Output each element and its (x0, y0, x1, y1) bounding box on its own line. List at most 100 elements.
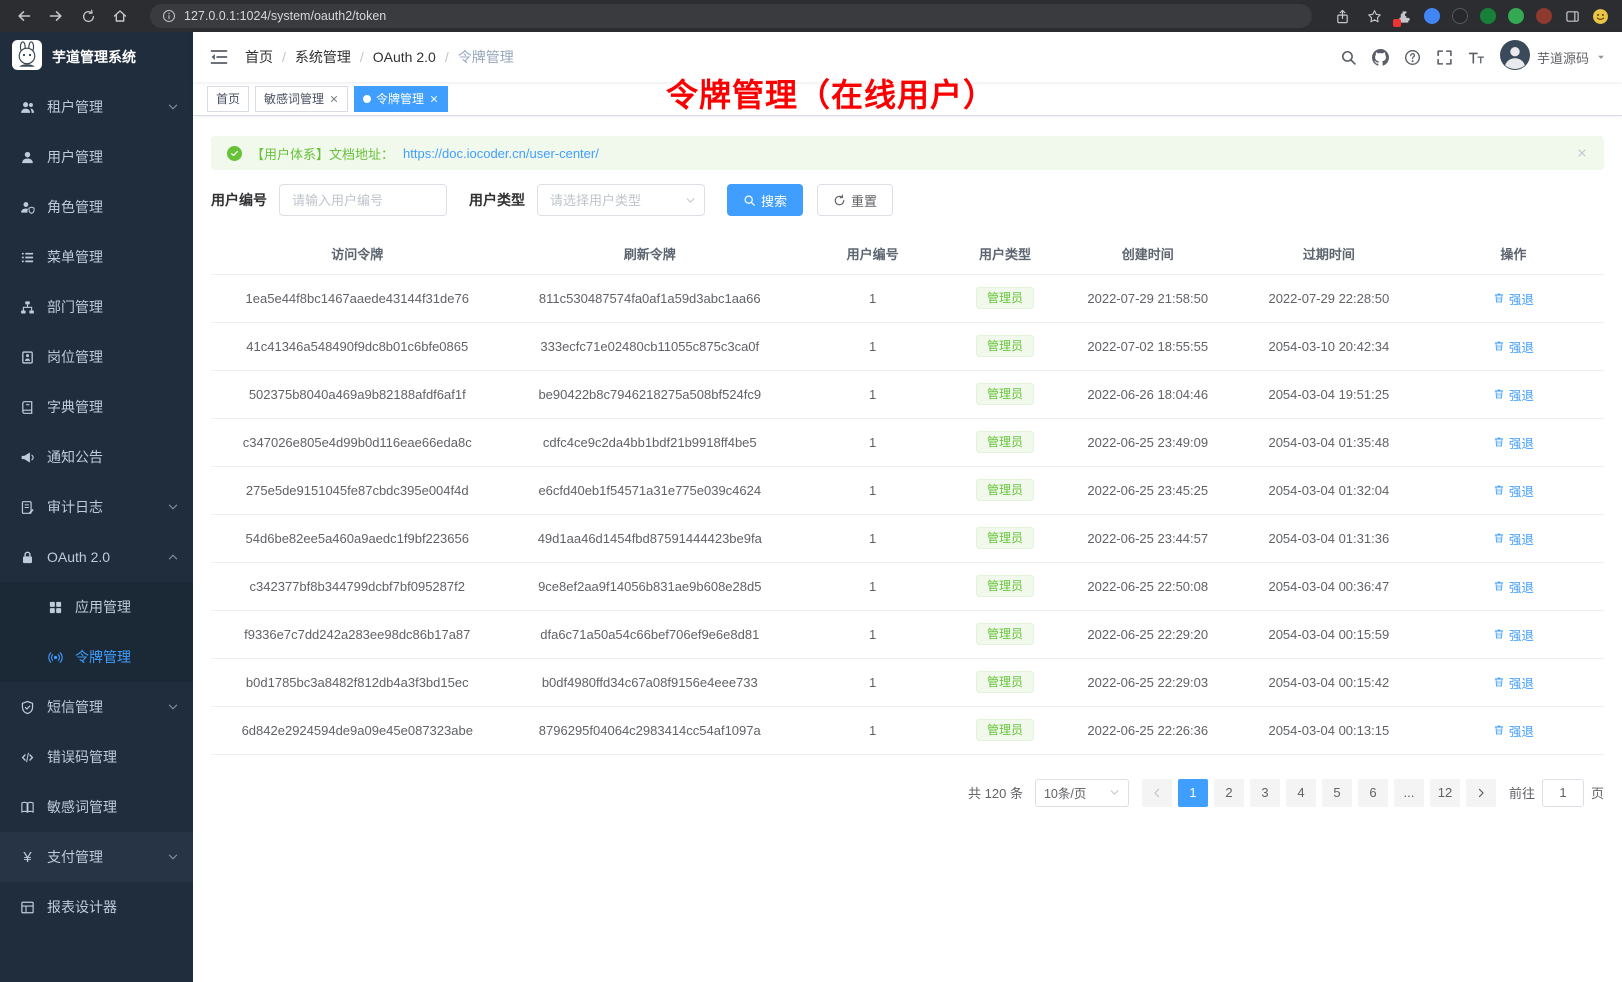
breadcrumb-separator: / (445, 49, 449, 65)
code-icon (20, 750, 35, 765)
close-icon[interactable] (329, 94, 339, 104)
user-type-badge: 管理员 (976, 335, 1034, 357)
extension-icon[interactable] (1504, 4, 1528, 28)
app-logo-bar[interactable]: 芋道管理系统 (0, 32, 193, 82)
user-type-select[interactable] (537, 184, 705, 216)
sidebar-item-tenant[interactable]: 租户管理 (0, 82, 193, 132)
browser-back-button[interactable] (10, 3, 38, 29)
share-icon[interactable] (1328, 3, 1356, 29)
kick-button[interactable]: 强退 (1493, 529, 1534, 548)
sidebar: 芋道管理系统 租户管理 用户管理 角色管理 菜单管理 部门管理 (0, 32, 193, 982)
page-button-5[interactable]: 5 (1322, 779, 1352, 807)
site-info-icon[interactable] (162, 9, 176, 23)
page-button-2[interactable]: 2 (1214, 779, 1244, 807)
extension-icon[interactable] (1532, 4, 1556, 28)
app-logo (12, 40, 42, 75)
page-button-3[interactable]: 3 (1250, 779, 1280, 807)
browser-reload-button[interactable] (74, 3, 102, 29)
page-button-4[interactable]: 4 (1286, 779, 1316, 807)
sidebar-item-dept[interactable]: 部门管理 (0, 282, 193, 332)
col-user-type: 用户类型 (949, 234, 1060, 274)
tab-home[interactable]: 首页 (207, 86, 249, 112)
extension-icon[interactable] (1448, 4, 1472, 28)
kick-button[interactable]: 强退 (1493, 337, 1534, 356)
sidebar-item-audit-log[interactable]: 审计日志 (0, 482, 193, 532)
reset-button[interactable]: 重置 (817, 184, 893, 216)
kick-button[interactable]: 强退 (1493, 481, 1534, 500)
sidebar-item-sms[interactable]: 短信管理 (0, 682, 193, 732)
help-icon[interactable] (1404, 49, 1421, 66)
role-icon (20, 200, 35, 215)
more-pages-button[interactable]: ... (1394, 779, 1424, 807)
sidebar-item-oauth[interactable]: OAuth 2.0 (0, 532, 193, 582)
extension-badge (1393, 19, 1401, 27)
page-button-1[interactable]: 1 (1178, 779, 1208, 807)
extension-icon[interactable] (1476, 4, 1500, 28)
sidebar-item-role[interactable]: 角色管理 (0, 182, 193, 232)
github-icon[interactable] (1372, 49, 1389, 66)
menu-list-icon (20, 250, 35, 265)
prev-page-button[interactable] (1142, 779, 1172, 807)
side-panel-icon[interactable] (1560, 4, 1584, 28)
kick-button[interactable]: 强退 (1493, 577, 1534, 596)
close-icon[interactable] (1576, 147, 1588, 159)
tab-token[interactable]: 令牌管理 (354, 86, 448, 112)
sidebar-item-menu[interactable]: 菜单管理 (0, 232, 193, 282)
fullscreen-icon[interactable] (1436, 49, 1453, 66)
sidebar-item-report-designer[interactable]: 报表设计器 (0, 882, 193, 932)
table-row: b0d1785bc3a8482f812db4a3f3bd15ec b0df498… (211, 658, 1604, 706)
next-page-button[interactable] (1466, 779, 1496, 807)
user-menu[interactable]: 芋道源码 (1500, 40, 1606, 75)
browser-forward-button[interactable] (42, 3, 70, 29)
page-button-6[interactable]: 6 (1358, 779, 1388, 807)
close-icon[interactable] (429, 94, 439, 104)
user-type-badge: 管理员 (976, 671, 1034, 693)
kick-button[interactable]: 强退 (1493, 673, 1534, 692)
breadcrumb-oauth[interactable]: OAuth 2.0 (373, 49, 436, 65)
page-button-12[interactable]: 12 (1430, 779, 1460, 807)
kick-button[interactable]: 强退 (1493, 433, 1534, 452)
font-size-icon[interactable] (1468, 49, 1485, 66)
sidebar-item-notice[interactable]: 通知公告 (0, 432, 193, 482)
sidebar-collapse-icon[interactable] (209, 47, 229, 67)
extension-icon[interactable] (1420, 4, 1444, 28)
table-row: 6d842e2924594de9a09e45e087323abe 8796295… (211, 706, 1604, 754)
kick-button[interactable]: 强退 (1493, 625, 1534, 644)
sidebar-item-error-code[interactable]: 错误码管理 (0, 732, 193, 782)
sidebar-item-pay[interactable]: ¥ 支付管理 (0, 832, 193, 882)
chevron-down-icon (167, 701, 179, 713)
profile-avatar[interactable] (1588, 4, 1612, 28)
app-title: 芋道管理系统 (52, 47, 136, 67)
sidebar-item-oauth-token[interactable]: 令牌管理 (0, 632, 193, 682)
browser-home-button[interactable] (106, 3, 134, 29)
broadcast-icon (48, 650, 63, 665)
search-button[interactable]: 搜索 (727, 184, 803, 216)
table-row: 41c41346a548490f9dc8b01c6bfe0865 333ecfc… (211, 322, 1604, 370)
sidebar-item-dict[interactable]: 字典管理 (0, 382, 193, 432)
tab-sensitive-word[interactable]: 敏感词管理 (255, 86, 348, 112)
table-row: 1ea5e44f8bc1467aaede43144f31de76 811c530… (211, 274, 1604, 322)
extensions-puzzle-icon[interactable] (1392, 4, 1416, 28)
page-size-select[interactable]: 10条/页 (1035, 779, 1129, 807)
token-table: 访问令牌 刷新令牌 用户编号 用户类型 创建时间 过期时间 操作 1ea5e44… (211, 234, 1604, 755)
doc-link[interactable]: https://doc.iocoder.cn/user-center/ (403, 146, 599, 161)
col-user-id: 用户编号 (796, 234, 949, 274)
sidebar-item-sensitive-word[interactable]: 敏感词管理 (0, 782, 193, 832)
kick-button[interactable]: 强退 (1493, 385, 1534, 404)
col-access-token: 访问令牌 (211, 234, 504, 274)
address-bar[interactable]: 127.0.0.1:1024/system/oauth2/token (150, 4, 1312, 28)
bookmark-star-icon[interactable] (1360, 3, 1388, 29)
sidebar-item-post[interactable]: 岗位管理 (0, 332, 193, 382)
sidebar-item-user[interactable]: 用户管理 (0, 132, 193, 182)
col-expires: 过期时间 (1235, 234, 1423, 274)
kick-button[interactable]: 强退 (1493, 721, 1534, 740)
breadcrumb-system[interactable]: 系统管理 (295, 47, 351, 67)
user-type-badge: 管理员 (976, 287, 1034, 309)
trash-icon (1493, 292, 1505, 304)
user-id-input[interactable] (279, 184, 447, 216)
search-icon[interactable] (1340, 49, 1357, 66)
kick-button[interactable]: 强退 (1493, 289, 1534, 308)
goto-page-input[interactable] (1542, 779, 1584, 807)
sidebar-item-oauth-app[interactable]: 应用管理 (0, 582, 193, 632)
breadcrumb-home[interactable]: 首页 (245, 47, 273, 67)
